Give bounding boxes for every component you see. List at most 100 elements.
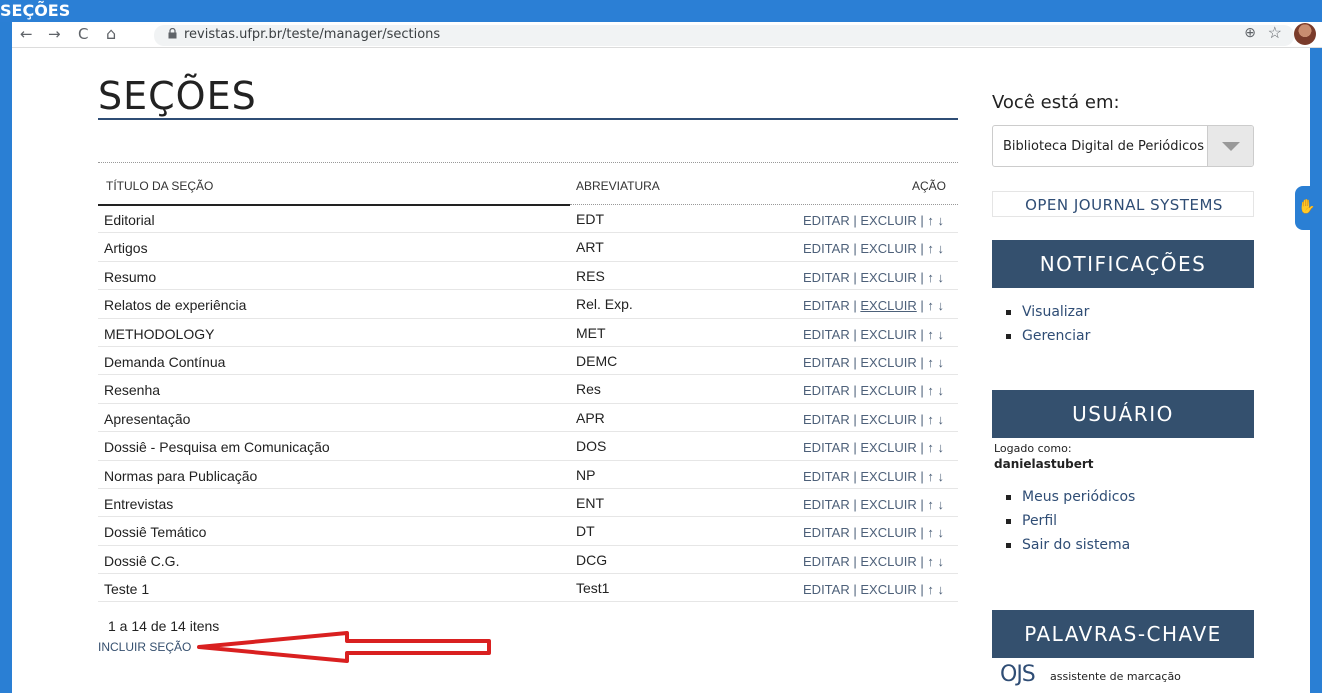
edit-link[interactable]: EDITAR: [803, 525, 850, 540]
move-up-icon[interactable]: ↑: [927, 355, 934, 370]
delete-link[interactable]: EXCLUIR: [860, 298, 916, 313]
move-down-icon[interactable]: ↓: [938, 270, 945, 285]
delete-link[interactable]: EXCLUIR: [860, 582, 916, 597]
move-up-icon[interactable]: ↑: [927, 383, 934, 398]
address-bar[interactable]: revistas.ufpr.br/teste/manager/sections: [154, 25, 1294, 46]
move-up-icon[interactable]: ↑: [927, 241, 934, 256]
move-up-icon[interactable]: ↑: [927, 582, 934, 597]
move-down-icon[interactable]: ↓: [938, 327, 945, 342]
zoom-icon[interactable]: ⊕: [1244, 24, 1256, 41]
move-down-icon[interactable]: ↓: [938, 213, 945, 228]
forward-icon[interactable]: →: [48, 25, 61, 43]
delete-link[interactable]: EXCLUIR: [860, 412, 916, 427]
move-down-icon[interactable]: ↓: [938, 582, 945, 597]
move-down-icon[interactable]: ↓: [938, 497, 945, 512]
section-title: METHODOLOGY: [104, 325, 215, 342]
delete-link[interactable]: EXCLUIR: [860, 440, 916, 455]
url-text[interactable]: revistas.ufpr.br/teste/manager/sections: [184, 27, 440, 42]
section-title: Artigos: [104, 240, 148, 257]
separator: |: [853, 440, 857, 456]
edit-link[interactable]: EDITAR: [803, 412, 850, 427]
bookmark-star-icon[interactable]: ☆: [1268, 23, 1282, 43]
section-abbreviation: Test1: [576, 580, 610, 597]
accessibility-tab[interactable]: ✋: [1295, 186, 1315, 230]
delete-link[interactable]: EXCLUIR: [860, 355, 916, 370]
edit-link[interactable]: EDITAR: [803, 440, 850, 455]
move-up-icon[interactable]: ↑: [927, 213, 934, 228]
profile-avatar[interactable]: [1294, 23, 1316, 45]
user-heading: USUÁRIO: [992, 390, 1254, 438]
move-up-icon[interactable]: ↑: [927, 554, 934, 569]
move-up-icon[interactable]: ↑: [927, 298, 934, 313]
delete-link[interactable]: EXCLUIR: [860, 554, 916, 569]
move-down-icon[interactable]: ↓: [938, 355, 945, 370]
move-down-icon[interactable]: ↓: [938, 241, 945, 256]
table-row: Resenha Res EDITAR | EXCLUIR | ↑ ↓: [98, 375, 958, 404]
add-section-link[interactable]: INCLUIR SEÇÃO: [98, 640, 191, 654]
row-actions: EDITAR | EXCLUIR | ↑ ↓: [803, 241, 944, 256]
row-actions: EDITAR | EXCLUIR | ↑ ↓: [803, 469, 944, 484]
top-strip: SEÇÕES: [0, 0, 1322, 22]
delete-link[interactable]: EXCLUIR: [860, 497, 916, 512]
move-down-icon[interactable]: ↓: [938, 383, 945, 398]
table-row: Dossiê - Pesquisa em Comunicação DOS EDITA…: [98, 432, 958, 461]
delete-link[interactable]: EXCLUIR: [860, 525, 916, 540]
title-divider: [98, 118, 958, 120]
separator: |: [920, 213, 924, 228]
table-row: Demanda Contínua DEMC EDITAR | EXCLUIR | ↑…: [98, 347, 958, 376]
move-down-icon[interactable]: ↓: [938, 298, 945, 313]
delete-link[interactable]: EXCLUIR: [860, 270, 916, 285]
edit-link[interactable]: EDITAR: [803, 383, 850, 398]
move-up-icon[interactable]: ↑: [927, 525, 934, 540]
profile-link[interactable]: Perfil: [992, 509, 1254, 533]
delete-link[interactable]: EXCLUIR: [860, 241, 916, 256]
move-up-icon[interactable]: ↑: [927, 270, 934, 285]
edit-link[interactable]: EDITAR: [803, 213, 850, 228]
delete-link[interactable]: EXCLUIR: [860, 469, 916, 484]
move-down-icon[interactable]: ↓: [938, 440, 945, 455]
section-title: Apresentação: [104, 410, 191, 427]
move-down-icon[interactable]: ↓: [938, 554, 945, 569]
edit-link[interactable]: EDITAR: [803, 241, 850, 256]
notifications-heading: NOTIFICAÇÕES: [992, 240, 1254, 288]
reload-icon[interactable]: C: [78, 25, 88, 43]
edit-link[interactable]: EDITAR: [803, 497, 850, 512]
home-icon[interactable]: ⌂: [106, 25, 116, 43]
edit-link[interactable]: EDITAR: [803, 582, 850, 597]
journal-select[interactable]: Biblioteca Digital de Periódicos: [992, 125, 1254, 167]
separator: |: [920, 241, 924, 257]
section-title: Relatos de experiência: [104, 297, 247, 314]
separator: |: [920, 468, 924, 484]
logged-as-label: Logado como:: [994, 442, 1072, 455]
edit-link[interactable]: EDITAR: [803, 327, 850, 342]
logout-link[interactable]: Sair do sistema: [992, 533, 1254, 557]
move-up-icon[interactable]: ↑: [927, 412, 934, 427]
delete-link[interactable]: EXCLUIR: [860, 327, 916, 342]
edit-link[interactable]: EDITAR: [803, 554, 850, 569]
edit-link[interactable]: EDITAR: [803, 355, 850, 370]
row-actions: EDITAR | EXCLUIR | ↑ ↓: [803, 327, 944, 342]
you-are-in-label: Você está em:: [992, 92, 1120, 113]
separator: |: [920, 269, 924, 285]
dropdown-button[interactable]: [1207, 126, 1253, 166]
notifications-manage-link[interactable]: Gerenciar: [992, 324, 1254, 348]
delete-link[interactable]: EXCLUIR: [860, 383, 916, 398]
move-up-icon[interactable]: ↑: [927, 497, 934, 512]
delete-link[interactable]: EXCLUIR: [860, 213, 916, 228]
move-down-icon[interactable]: ↓: [938, 412, 945, 427]
move-down-icon[interactable]: ↓: [938, 525, 945, 540]
move-up-icon[interactable]: ↑: [927, 469, 934, 484]
section-abbreviation: NP: [576, 466, 596, 483]
move-up-icon[interactable]: ↑: [927, 327, 934, 342]
separator: |: [853, 241, 857, 257]
edit-link[interactable]: EDITAR: [803, 298, 850, 313]
edit-link[interactable]: EDITAR: [803, 469, 850, 484]
my-journals-link[interactable]: Meus periódicos: [992, 485, 1254, 509]
back-icon[interactable]: ←: [20, 25, 33, 43]
edit-link[interactable]: EDITAR: [803, 270, 850, 285]
separator: |: [920, 525, 924, 541]
notifications-view-link[interactable]: Visualizar: [992, 300, 1254, 324]
move-up-icon[interactable]: ↑: [927, 440, 934, 455]
move-down-icon[interactable]: ↓: [938, 469, 945, 484]
ojs-link[interactable]: OPEN JOURNAL SYSTEMS: [993, 196, 1255, 214]
